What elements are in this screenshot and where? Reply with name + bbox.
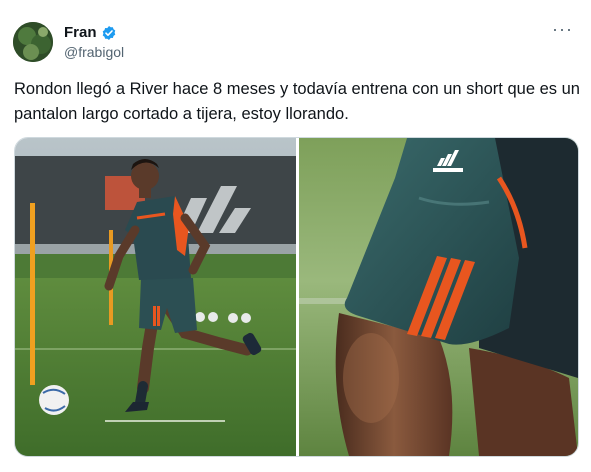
shorts-closeup-photo[interactable] <box>299 138 578 456</box>
tweet-card: Fran @frabigol ··· Rondon llegó a River … <box>0 0 591 472</box>
author-name-row: Fran <box>64 24 117 41</box>
tweet-media <box>14 137 579 457</box>
avatar[interactable] <box>13 22 53 62</box>
author-handle[interactable]: @frabigol <box>64 44 124 60</box>
tweet-text: Rondon llegó a River hace 8 meses y toda… <box>14 80 585 123</box>
author-name[interactable]: Fran <box>64 24 97 41</box>
more-options-icon[interactable]: ··· <box>552 20 573 38</box>
verified-badge-icon <box>101 25 117 41</box>
avatar-image <box>13 22 53 62</box>
player-training-photo[interactable] <box>15 138 296 456</box>
